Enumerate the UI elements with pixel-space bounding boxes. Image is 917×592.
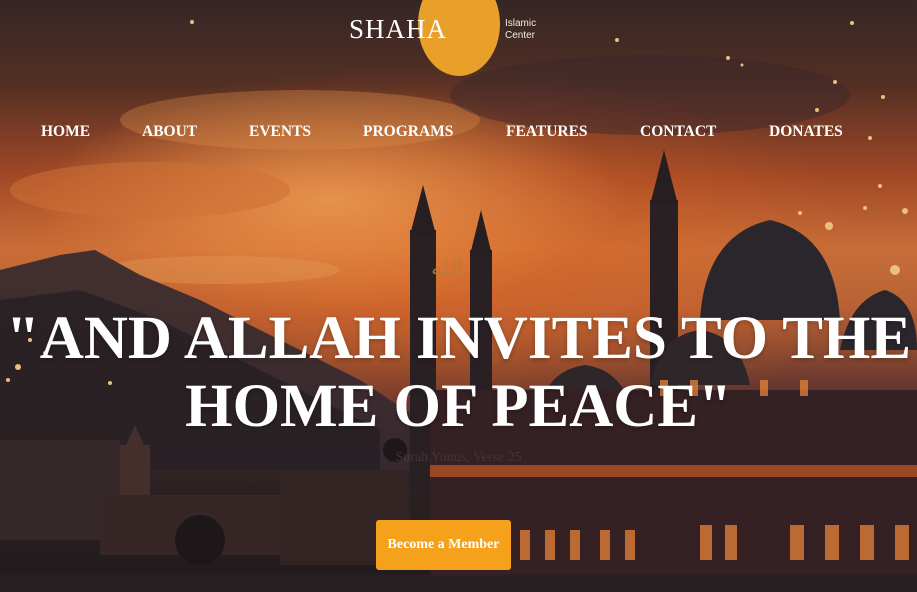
nav-features[interactable]: FEATURES xyxy=(506,123,588,141)
main-nav: HOME ABOUT EVENTS PROGRAMS FEATURES CONT… xyxy=(0,123,917,143)
hero-background xyxy=(0,0,917,592)
nav-events[interactable]: EVENTS xyxy=(249,123,311,141)
brand-subtitle-line2: Center xyxy=(505,30,536,41)
hero-quote-line2: HOME OF PEACE" xyxy=(185,373,732,440)
hero-overlay xyxy=(0,0,917,592)
brand-name[interactable]: SHAHA xyxy=(349,14,447,45)
brand-subtitle-line1: Islamic xyxy=(505,18,537,29)
nav-home[interactable]: HOME xyxy=(41,123,90,141)
become-member-button[interactable]: Become a Member xyxy=(376,520,511,570)
quote-citation: Surah Yunus, Verse 25 xyxy=(395,450,522,465)
brand-subtitle: Islamic Center xyxy=(505,18,536,42)
hero-quote: "AND ALLAH INVITES TO THE HOME OF PEACE" xyxy=(0,305,917,441)
nav-donates[interactable]: DONATES xyxy=(769,123,843,141)
calligraphy-emblem: الله xyxy=(431,255,463,280)
nav-about[interactable]: ABOUT xyxy=(142,123,197,141)
hero-quote-line1: "AND ALLAH INVITES TO THE xyxy=(5,305,912,372)
nav-contact[interactable]: CONTACT xyxy=(640,123,716,141)
nav-programs[interactable]: PROGRAMS xyxy=(363,123,453,141)
